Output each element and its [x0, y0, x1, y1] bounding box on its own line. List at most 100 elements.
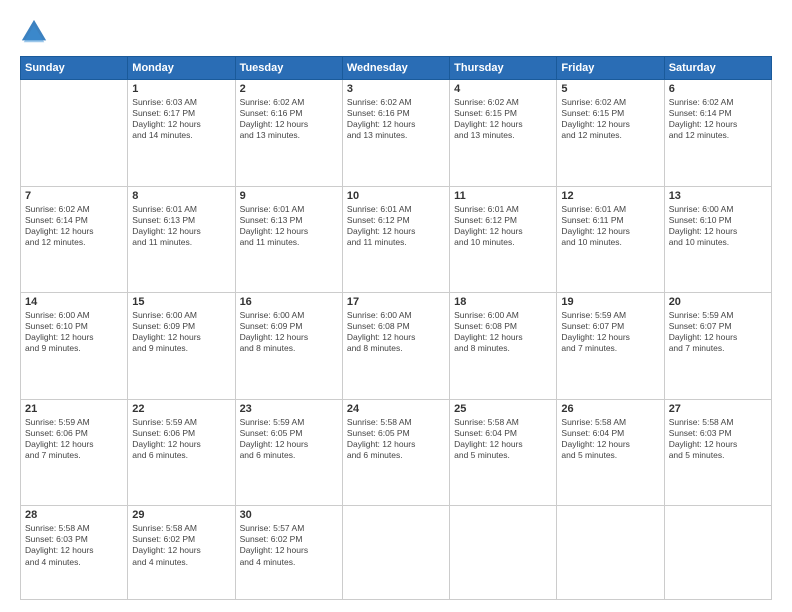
calendar-cell: 1 Sunrise: 6:03 AM Sunset: 6:17 PM Daylig…	[128, 80, 235, 187]
calendar-cell: 27 Sunrise: 5:58 AM Sunset: 6:03 PM Dayli…	[664, 399, 771, 506]
day-number: 6	[669, 83, 767, 95]
day-number: 27	[669, 403, 767, 415]
calendar-cell	[342, 506, 449, 600]
calendar-cell: 14 Sunrise: 6:00 AM Sunset: 6:10 PM Dayli…	[21, 293, 128, 400]
day-number: 3	[347, 83, 445, 95]
day-info: Sunrise: 6:02 AM Sunset: 6:16 PM Dayligh…	[347, 97, 445, 141]
calendar-week-row: 1 Sunrise: 6:03 AM Sunset: 6:17 PM Daylig…	[21, 80, 772, 187]
day-info: Sunrise: 6:00 AM Sunset: 6:08 PM Dayligh…	[454, 310, 552, 354]
day-number: 28	[25, 509, 123, 521]
day-info: Sunrise: 6:00 AM Sunset: 6:09 PM Dayligh…	[132, 310, 230, 354]
calendar-cell: 19 Sunrise: 5:59 AM Sunset: 6:07 PM Dayli…	[557, 293, 664, 400]
day-info: Sunrise: 5:58 AM Sunset: 6:03 PM Dayligh…	[669, 417, 767, 461]
header	[20, 18, 772, 46]
day-number: 29	[132, 509, 230, 521]
calendar-cell: 7 Sunrise: 6:02 AM Sunset: 6:14 PM Daylig…	[21, 186, 128, 293]
day-number: 25	[454, 403, 552, 415]
calendar-week-row: 21 Sunrise: 5:59 AM Sunset: 6:06 PM Dayli…	[21, 399, 772, 506]
day-info: Sunrise: 6:01 AM Sunset: 6:12 PM Dayligh…	[454, 204, 552, 248]
weekday-header: Friday	[557, 57, 664, 80]
day-number: 4	[454, 83, 552, 95]
day-info: Sunrise: 5:59 AM Sunset: 6:07 PM Dayligh…	[669, 310, 767, 354]
day-info: Sunrise: 5:58 AM Sunset: 6:05 PM Dayligh…	[347, 417, 445, 461]
weekday-header: Saturday	[664, 57, 771, 80]
day-info: Sunrise: 6:00 AM Sunset: 6:08 PM Dayligh…	[347, 310, 445, 354]
day-info: Sunrise: 6:01 AM Sunset: 6:11 PM Dayligh…	[561, 204, 659, 248]
day-number: 19	[561, 296, 659, 308]
day-number: 17	[347, 296, 445, 308]
day-number: 30	[240, 509, 338, 521]
day-info: Sunrise: 6:02 AM Sunset: 6:14 PM Dayligh…	[25, 204, 123, 248]
page: SundayMondayTuesdayWednesdayThursdayFrid…	[0, 0, 792, 612]
day-number: 26	[561, 403, 659, 415]
calendar-cell: 8 Sunrise: 6:01 AM Sunset: 6:13 PM Daylig…	[128, 186, 235, 293]
day-info: Sunrise: 5:58 AM Sunset: 6:03 PM Dayligh…	[25, 523, 123, 567]
calendar-table: SundayMondayTuesdayWednesdayThursdayFrid…	[20, 56, 772, 600]
day-info: Sunrise: 6:02 AM Sunset: 6:14 PM Dayligh…	[669, 97, 767, 141]
calendar-cell	[557, 506, 664, 600]
weekday-header: Wednesday	[342, 57, 449, 80]
day-number: 1	[132, 83, 230, 95]
calendar-cell: 15Sunrise: 6:00 AM Sunset: 6:09 PM Dayli…	[128, 293, 235, 400]
calendar-header-row: SundayMondayTuesdayWednesdayThursdayFrid…	[21, 57, 772, 80]
day-info: Sunrise: 6:00 AM Sunset: 6:10 PM Dayligh…	[669, 204, 767, 248]
calendar-cell: 29 Sunrise: 5:58 AM Sunset: 6:02 PM Dayli…	[128, 506, 235, 600]
day-number: 16	[240, 296, 338, 308]
calendar-cell: 21Sunrise: 5:59 AM Sunset: 6:06 PM Dayli…	[21, 399, 128, 506]
day-number: 21	[25, 403, 123, 415]
weekday-header: Monday	[128, 57, 235, 80]
calendar-cell	[21, 80, 128, 187]
weekday-header: Sunday	[21, 57, 128, 80]
day-info: Sunrise: 5:58 AM Sunset: 6:02 PM Dayligh…	[132, 523, 230, 567]
day-info: Sunrise: 6:02 AM Sunset: 6:15 PM Dayligh…	[454, 97, 552, 141]
calendar-week-row: 14 Sunrise: 6:00 AM Sunset: 6:10 PM Dayli…	[21, 293, 772, 400]
calendar-cell: 11 Sunrise: 6:01 AM Sunset: 6:12 PM Dayli…	[450, 186, 557, 293]
day-info: Sunrise: 6:00 AM Sunset: 6:10 PM Dayligh…	[25, 310, 123, 354]
day-number: 11	[454, 190, 552, 202]
calendar-cell: 5Sunrise: 6:02 AM Sunset: 6:15 PM Daylig…	[557, 80, 664, 187]
day-info: Sunrise: 6:02 AM Sunset: 6:16 PM Dayligh…	[240, 97, 338, 141]
calendar-cell: 6 Sunrise: 6:02 AM Sunset: 6:14 PM Daylig…	[664, 80, 771, 187]
day-number: 7	[25, 190, 123, 202]
calendar-cell: 25 Sunrise: 5:58 AM Sunset: 6:04 PM Dayli…	[450, 399, 557, 506]
day-number: 20	[669, 296, 767, 308]
calendar-cell: 3 Sunrise: 6:02 AM Sunset: 6:16 PM Daylig…	[342, 80, 449, 187]
day-number: 8	[132, 190, 230, 202]
calendar-cell: 20 Sunrise: 5:59 AM Sunset: 6:07 PM Dayli…	[664, 293, 771, 400]
calendar-cell: 17 Sunrise: 6:00 AM Sunset: 6:08 PM Dayli…	[342, 293, 449, 400]
day-number: 9	[240, 190, 338, 202]
calendar-cell: 4 Sunrise: 6:02 AM Sunset: 6:15 PM Daylig…	[450, 80, 557, 187]
day-number: 24	[347, 403, 445, 415]
day-info: Sunrise: 5:59 AM Sunset: 6:06 PM Dayligh…	[132, 417, 230, 461]
day-number: 2	[240, 83, 338, 95]
calendar-cell: 18 Sunrise: 6:00 AM Sunset: 6:08 PM Dayli…	[450, 293, 557, 400]
day-info: Sunrise: 5:59 AM Sunset: 6:05 PM Dayligh…	[240, 417, 338, 461]
day-number: 14	[25, 296, 123, 308]
calendar-cell: 26 Sunrise: 5:58 AM Sunset: 6:04 PM Dayli…	[557, 399, 664, 506]
calendar-cell: 2 Sunrise: 6:02 AM Sunset: 6:16 PM Daylig…	[235, 80, 342, 187]
day-info: Sunrise: 6:03 AM Sunset: 6:17 PM Dayligh…	[132, 97, 230, 141]
calendar-cell: 22 Sunrise: 5:59 AM Sunset: 6:06 PM Dayli…	[128, 399, 235, 506]
weekday-header: Tuesday	[235, 57, 342, 80]
calendar-cell: 23Sunrise: 5:59 AM Sunset: 6:05 PM Dayli…	[235, 399, 342, 506]
day-info: Sunrise: 5:57 AM Sunset: 6:02 PM Dayligh…	[240, 523, 338, 567]
logo-icon	[20, 18, 48, 46]
day-number: 5	[561, 83, 659, 95]
calendar-cell: 10Sunrise: 6:01 AM Sunset: 6:12 PM Dayli…	[342, 186, 449, 293]
day-number: 10	[347, 190, 445, 202]
calendar-cell: 24 Sunrise: 5:58 AM Sunset: 6:05 PM Dayli…	[342, 399, 449, 506]
calendar-cell: 12Sunrise: 6:01 AM Sunset: 6:11 PM Dayli…	[557, 186, 664, 293]
calendar-cell: 16Sunrise: 6:00 AM Sunset: 6:09 PM Dayli…	[235, 293, 342, 400]
day-info: Sunrise: 5:59 AM Sunset: 6:07 PM Dayligh…	[561, 310, 659, 354]
calendar-week-row: 28 Sunrise: 5:58 AM Sunset: 6:03 PM Dayli…	[21, 506, 772, 600]
day-info: Sunrise: 5:58 AM Sunset: 6:04 PM Dayligh…	[561, 417, 659, 461]
day-number: 18	[454, 296, 552, 308]
calendar-week-row: 7 Sunrise: 6:02 AM Sunset: 6:14 PM Daylig…	[21, 186, 772, 293]
calendar-cell	[664, 506, 771, 600]
weekday-header: Thursday	[450, 57, 557, 80]
day-info: Sunrise: 6:01 AM Sunset: 6:13 PM Dayligh…	[132, 204, 230, 248]
day-number: 22	[132, 403, 230, 415]
logo	[20, 18, 52, 46]
day-info: Sunrise: 5:58 AM Sunset: 6:04 PM Dayligh…	[454, 417, 552, 461]
calendar-cell: 28 Sunrise: 5:58 AM Sunset: 6:03 PM Dayli…	[21, 506, 128, 600]
